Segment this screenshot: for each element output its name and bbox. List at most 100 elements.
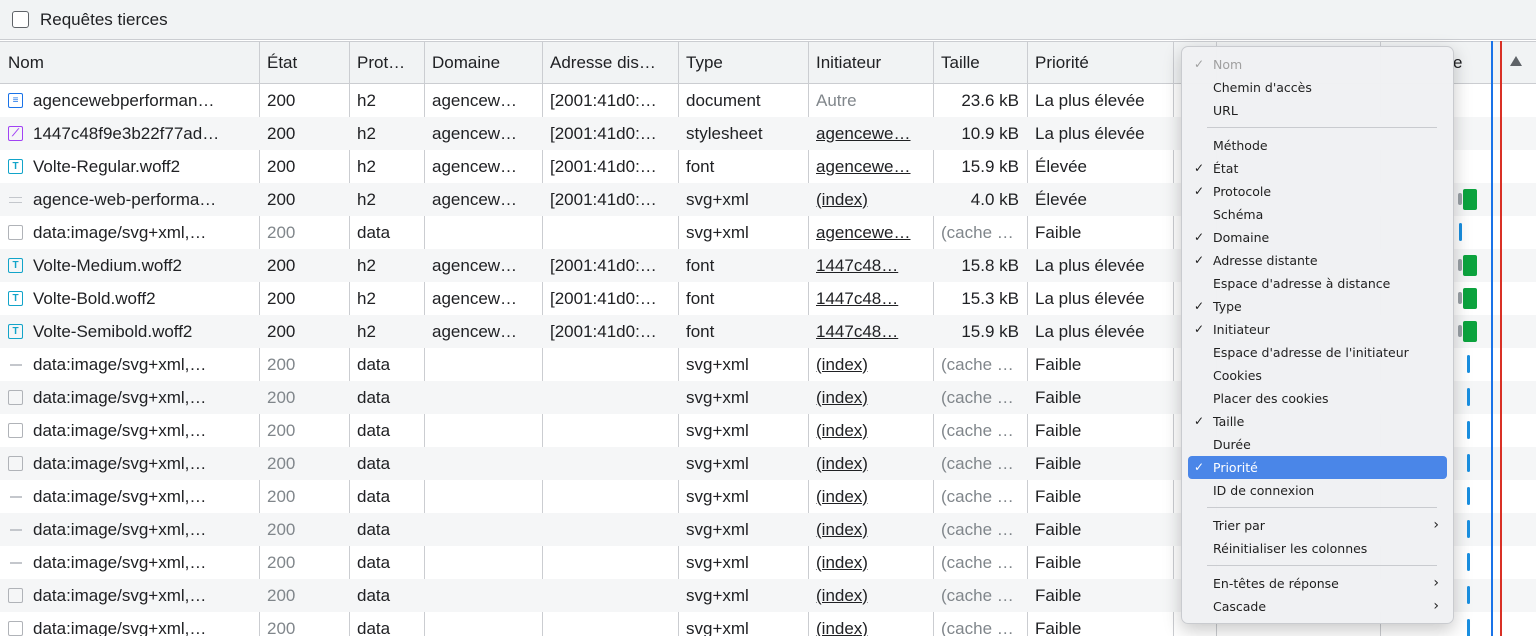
cell-name-text: data:image/svg+xml,… xyxy=(33,486,207,506)
column-header-protocol[interactable]: Prot… xyxy=(349,42,424,83)
cell-size: 15.3 kB xyxy=(961,288,1019,308)
menu-separator xyxy=(1207,127,1437,128)
cell-initiator[interactable]: agencewe… xyxy=(808,117,933,150)
cell-protocol: data xyxy=(357,354,391,374)
dom-content-loaded-line xyxy=(1491,41,1493,636)
menu-item[interactable]: En-têtes de réponse › xyxy=(1188,572,1447,595)
column-header-size[interactable]: Taille xyxy=(933,42,1027,83)
cell-name: data:image/svg+xml,… xyxy=(0,612,259,636)
cell-type: font xyxy=(686,255,715,275)
column-header-status[interactable]: État xyxy=(259,42,349,83)
cell-size: (cache … xyxy=(941,222,1014,242)
cell-initiator[interactable]: agencewe… xyxy=(808,216,933,249)
cell-domain xyxy=(424,480,542,513)
third-party-requests-toolbar: Requêtes tierces xyxy=(0,0,1536,40)
menu-separator xyxy=(1207,565,1437,566)
third-party-requests-label[interactable]: Requêtes tierces xyxy=(40,10,168,30)
cell-name-text: agencewebperforman… xyxy=(33,90,215,110)
cell-size: 15.8 kB xyxy=(961,255,1019,275)
cell-protocol: data xyxy=(357,519,391,539)
cell-initiator[interactable]: (index) xyxy=(808,183,933,216)
checkmark-icon: ✓ xyxy=(1194,161,1205,175)
cell-type: svg+xml xyxy=(686,486,749,506)
menu-item[interactable]: Trier par › xyxy=(1188,514,1447,537)
cell-initiator[interactable]: 1447c48… xyxy=(808,315,933,348)
cell-remote-address xyxy=(542,348,678,381)
cell-initiator[interactable]: (index) xyxy=(808,447,933,480)
column-header-initiator[interactable]: Initiateur xyxy=(808,42,933,83)
menu-item[interactable]: ✓ Type xyxy=(1188,295,1447,318)
menu-item[interactable]: ✓ Taille xyxy=(1188,410,1447,433)
cell-domain: agencew… xyxy=(432,90,518,110)
cell-domain xyxy=(424,216,542,249)
menu-item-label: Méthode xyxy=(1213,138,1268,153)
cell-size: (cache … xyxy=(941,453,1014,473)
column-context-menu: ✓ Nom Chemin d'accès URL Méthode ✓ État ✓ Protoc… xyxy=(1181,46,1454,624)
cell-status: 200 xyxy=(267,90,296,110)
column-header-type[interactable]: Type xyxy=(678,42,808,83)
menu-item[interactable]: URL xyxy=(1188,99,1447,122)
cell-initiator[interactable]: (index) xyxy=(808,579,933,612)
cell-initiator[interactable]: (index) xyxy=(808,612,933,636)
menu-item[interactable]: ✓ Adresse distante xyxy=(1188,249,1447,272)
cell-domain xyxy=(424,513,542,546)
menu-item[interactable]: Chemin d'accès xyxy=(1188,76,1447,99)
cell-size: (cache … xyxy=(941,618,1014,636)
menu-item[interactable]: ✓ Protocole xyxy=(1188,180,1447,203)
stylesheet-icon: ⟋ xyxy=(8,126,23,141)
cell-type: svg+xml xyxy=(686,453,749,473)
column-header-domain[interactable]: Domaine xyxy=(424,42,542,83)
menu-item[interactable]: Cascade › xyxy=(1188,595,1447,618)
menu-item[interactable]: Méthode xyxy=(1188,134,1447,157)
waterfall-bar xyxy=(1467,421,1470,439)
cell-type: svg+xml xyxy=(686,519,749,539)
cell-initiator[interactable]: (index) xyxy=(808,414,933,447)
menu-item-label: ID de connexion xyxy=(1213,483,1315,498)
cell-initiator[interactable]: (index) xyxy=(808,381,933,414)
cell-name: data:image/svg+xml,… xyxy=(0,513,259,546)
cell-size: (cache … xyxy=(941,585,1014,605)
cell-priority: Faible xyxy=(1035,387,1082,407)
cell-name: T Volte-Regular.woff2 xyxy=(0,150,259,183)
cell-initiator[interactable]: agencewe… xyxy=(808,150,933,183)
column-header-priority[interactable]: Priorité xyxy=(1027,42,1173,83)
menu-item[interactable]: ✓ Initiateur xyxy=(1188,318,1447,341)
cell-initiator[interactable]: 1447c48… xyxy=(808,282,933,315)
cell-initiator[interactable]: (index) xyxy=(808,546,933,579)
third-party-requests-checkbox[interactable] xyxy=(12,11,29,28)
cell-protocol: data xyxy=(357,453,391,473)
menu-item[interactable]: Espace d'adresse de l'initiateur xyxy=(1188,341,1447,364)
menu-item[interactable]: Cookies xyxy=(1188,364,1447,387)
menu-item-label: Nom xyxy=(1213,57,1243,72)
cell-domain xyxy=(424,612,542,636)
cell-size: 10.9 kB xyxy=(961,123,1019,143)
cell-type: svg+xml xyxy=(686,552,749,572)
dash-icon xyxy=(8,489,23,504)
column-header-name[interactable]: Nom xyxy=(0,42,259,83)
cell-name-text: data:image/svg+xml,… xyxy=(33,519,207,539)
menu-item[interactable]: ✓ Priorité xyxy=(1188,456,1447,479)
cell-name: data:image/svg+xml,… xyxy=(0,546,259,579)
cell-status: 200 xyxy=(267,255,296,275)
menu-item[interactable]: Durée xyxy=(1188,433,1447,456)
menu-item[interactable]: Réinitialiser les colonnes xyxy=(1188,537,1447,560)
sort-ascending-icon[interactable] xyxy=(1510,56,1522,66)
menu-item[interactable]: ✓ Domaine xyxy=(1188,226,1447,249)
menu-item[interactable]: Schéma xyxy=(1188,203,1447,226)
image-icon xyxy=(8,621,23,636)
cell-initiator[interactable]: (index) xyxy=(808,480,933,513)
cell-initiator[interactable]: (index) xyxy=(808,513,933,546)
column-header-remote-address[interactable]: Adresse dis… xyxy=(542,42,678,83)
waterfall-queue-bar xyxy=(1458,325,1462,337)
menu-item[interactable]: ID de connexion xyxy=(1188,479,1447,502)
checkmark-icon: ✓ xyxy=(1194,460,1205,474)
menu-item[interactable]: Espace d'adresse à distance xyxy=(1188,272,1447,295)
menu-item[interactable]: Placer des cookies xyxy=(1188,387,1447,410)
menu-item[interactable]: ✓ État xyxy=(1188,157,1447,180)
cell-initiator[interactable]: (index) xyxy=(808,348,933,381)
cell-name: data:image/svg+xml,… xyxy=(0,579,259,612)
cell-name: data:image/svg+xml,… xyxy=(0,447,259,480)
cell-initiator[interactable]: 1447c48… xyxy=(808,249,933,282)
cell-priority: Faible xyxy=(1035,519,1082,539)
menu-item-label: Type xyxy=(1213,299,1242,314)
